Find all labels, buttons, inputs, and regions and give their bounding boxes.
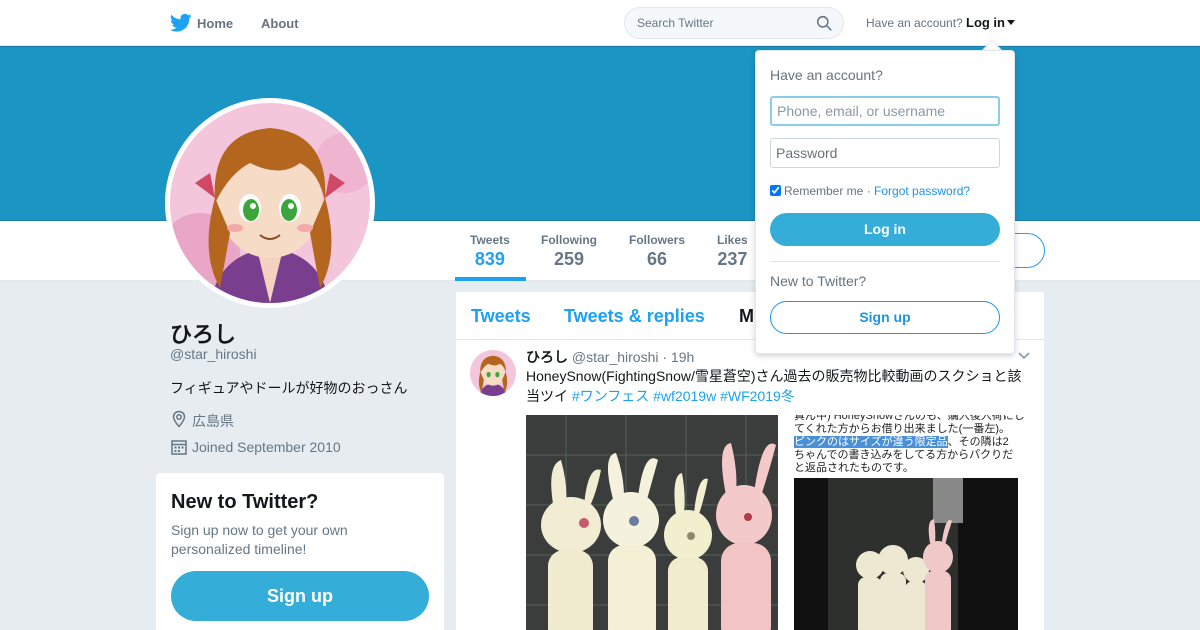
active-stat-indicator [455,277,526,281]
tweet-header: ひろし @star_hiroshi · 19h [526,347,694,367]
twitter-bird-icon[interactable] [170,13,192,33]
login-button[interactable]: Log in [770,213,1000,246]
tab-media[interactable]: M [739,306,754,327]
calendar-icon [171,440,187,455]
stat-value: 839 [474,249,505,269]
tweet-photo-1[interactable] [526,415,778,630]
dropdown-title: Have an account? [770,67,883,83]
stat-value: 237 [717,249,748,269]
avatar-image [170,103,370,303]
nav-about-link[interactable]: About [261,16,299,31]
password-field[interactable] [770,138,1000,168]
new-to-twitter-text: New to Twitter? [770,273,867,289]
caret-down-icon [1007,20,1015,25]
location-text: 広島県 [192,413,234,429]
username-field[interactable] [770,96,1000,126]
stat-label: Followers [629,233,686,247]
tweet-text: HoneySnow(FightingSnow/雪星蒼空)さん過去の販売物比較動画… [526,366,1026,406]
joined-text: Joined September 2010 [192,439,341,455]
tweet-avatar[interactable] [470,350,516,396]
remember-me-label[interactable]: Remember me [784,184,863,198]
tweet-hashtag[interactable]: #ワンフェス [572,388,649,404]
stat-label: Tweets [470,233,510,247]
photo-2-image [794,478,1018,630]
profile-avatar[interactable] [165,98,375,308]
tweet-photo-2[interactable]: 真ん中) HoneySnowさんのも、購入後入荷にし てくれた方からお借り出来ま… [778,415,1044,630]
new-to-twitter-card: New to Twitter? Sign up now to get your … [156,473,444,630]
login-dropdown: Have an account? Remember me · Forgot pa… [755,50,1015,354]
divider [770,261,1000,262]
tab-tweets[interactable]: Tweets [471,306,531,327]
nav-home-link[interactable]: Home [197,16,233,31]
stat-following[interactable]: Following 259 [541,233,597,270]
profile-bio: フィギュアやドールが好物のおっさん [170,380,408,396]
tweet-hashtag[interactable]: #WF2019冬 [720,388,795,404]
signup-card-button[interactable]: Sign up [171,571,429,621]
stat-label: Likes [717,233,748,247]
stat-followers[interactable]: Followers 66 [629,233,685,270]
location-pin-icon [172,410,186,428]
tweet-author-name[interactable]: ひろし [526,349,568,365]
remember-row: Remember me · Forgot password? [770,184,970,198]
chevron-down-icon[interactable] [1018,352,1030,360]
stat-likes[interactable]: Likes 237 [717,233,748,270]
search-input[interactable]: Search Twitter [637,16,713,30]
profile-handle[interactable]: @star_hiroshi [170,346,257,362]
top-nav: Home About Search Twitter Have an accoun… [0,0,1200,46]
tweet-timestamp[interactable]: · 19h [662,349,694,365]
signup-card-title: New to Twitter? [171,491,319,513]
forgot-password-link[interactable]: Forgot password? [874,184,970,198]
profile-name[interactable]: ひろし [170,317,236,349]
have-account-text: Have an account? [866,16,963,30]
tab-tweets-replies[interactable]: Tweets & replies [564,306,705,327]
stat-tweets[interactable]: Tweets 839 [470,233,510,270]
stat-value: 66 [646,249,668,269]
separator: · [863,184,875,198]
login-menu-button[interactable]: Log in [966,15,1015,30]
login-menu-label[interactable]: Log in [966,15,1005,30]
stat-value: 259 [553,249,585,269]
tweet-hashtag[interactable]: #wf2019w [653,388,716,404]
signup-button[interactable]: Sign up [770,301,1000,334]
signup-card-text: Sign up now to get your own personalized… [171,522,348,557]
search-box[interactable]: Search Twitter [624,7,844,39]
stat-label: Following [541,233,597,247]
search-icon[interactable] [816,15,833,32]
tweet-author-handle[interactable]: @star_hiroshi [572,349,659,365]
remember-me-checkbox[interactable] [770,185,781,196]
